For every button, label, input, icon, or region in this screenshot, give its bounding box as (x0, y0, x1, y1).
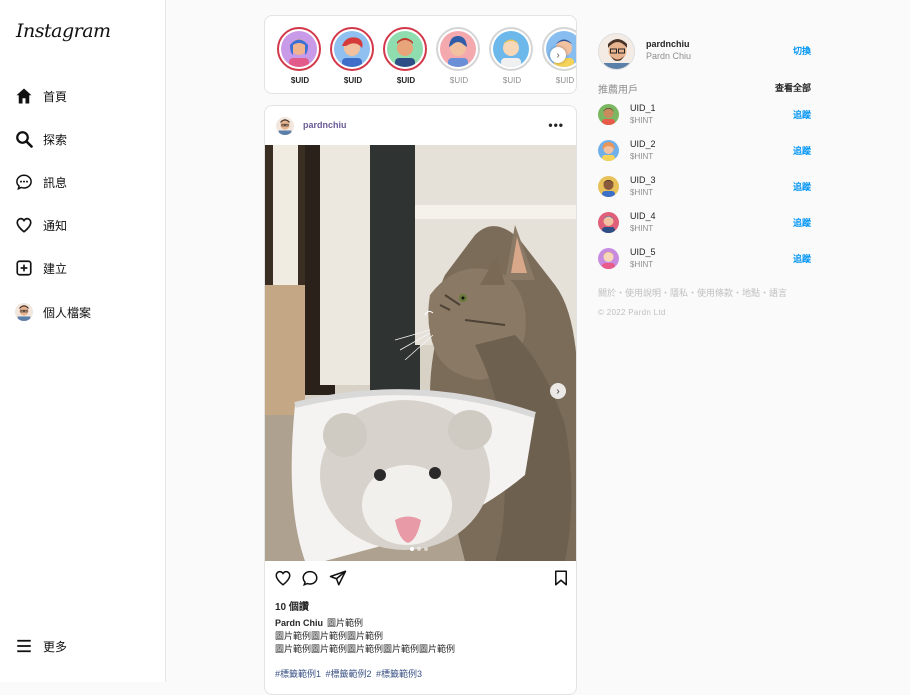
chevron-right-icon: › (556, 385, 560, 397)
nav-label: 探索 (43, 132, 68, 147)
suggestion-avatar[interactable] (598, 140, 619, 161)
current-fullname: Pardn Chiu (646, 51, 692, 61)
story-label: $UID (449, 76, 469, 85)
follow-button[interactable]: 追蹤 (793, 108, 811, 121)
nav-item-messages[interactable]: 訊息 (14, 170, 67, 194)
search-icon (14, 129, 34, 149)
footer-links[interactable]: 關於・使用說明・隱私・使用條款・地點・語言 (598, 286, 787, 299)
follow-button[interactable]: 追蹤 (793, 252, 811, 265)
suggestion-uid[interactable]: UID_3 (630, 175, 656, 185)
nav-item-profile[interactable]: 個人檔案 (14, 300, 91, 324)
suggestion-uid[interactable]: UID_4 (630, 211, 656, 221)
comment-icon[interactable] (301, 569, 321, 589)
heart-icon (14, 215, 34, 235)
message-icon (14, 172, 34, 192)
suggestion-uid[interactable]: UID_1 (630, 103, 656, 113)
story-label: $UID (555, 76, 575, 85)
suggestion-item: UID_2 $HINT 追蹤 (598, 138, 812, 164)
suggestion-item: UID_3 $HINT 追蹤 (598, 174, 812, 200)
suggestion-hint: $HINT (630, 116, 654, 125)
plus-square-icon (14, 258, 34, 278)
nav-item-home[interactable]: 首頁 (14, 84, 67, 108)
suggestion-hint: $HINT (630, 188, 654, 197)
current-username[interactable]: pardnchiu (646, 39, 690, 49)
photo-next-button[interactable]: › (550, 383, 566, 399)
more-options-icon[interactable]: ••• (548, 118, 564, 132)
follow-button[interactable]: 追蹤 (793, 144, 811, 157)
instagram-logo[interactable]: Instagram (16, 20, 111, 42)
suggestion-uid[interactable]: UID_5 (630, 247, 656, 257)
share-icon[interactable] (329, 569, 349, 589)
feed-post: pardnchiu ••• › 10 個讚 Pardn Chiu 圖片範例 圖片… (264, 105, 577, 695)
post-caption: Pardn Chiu 圖片範例 圖片範例圖片範例圖片範例 圖片範例圖片範例圖片範例… (275, 617, 455, 656)
chevron-right-icon: › (556, 49, 560, 61)
post-avatar[interactable] (276, 117, 294, 135)
suggestion-avatar[interactable] (598, 176, 619, 197)
story-label: $UID (396, 76, 416, 85)
post-header: pardnchiu ••• (265, 106, 576, 146)
story-item[interactable]: $UID (383, 27, 429, 85)
nav-label: 更多 (43, 639, 68, 654)
story-item[interactable]: $UID (277, 27, 323, 85)
nav-label: 個人檔案 (43, 305, 92, 320)
story-label: $UID (343, 76, 363, 85)
suggestion-item: UID_4 $HINT 追蹤 (598, 210, 812, 236)
suggestion-hint: $HINT (630, 152, 654, 161)
nav-item-create[interactable]: 建立 (14, 256, 67, 280)
story-item[interactable]: $UID (436, 27, 482, 85)
suggestion-avatar[interactable] (598, 248, 619, 269)
stories-next-button[interactable]: › (550, 47, 566, 63)
switch-account-link[interactable]: 切換 (793, 44, 811, 57)
see-all-link[interactable]: 查看全部 (775, 81, 811, 94)
nav-label: 訊息 (43, 175, 68, 190)
suggestion-avatar[interactable] (598, 212, 619, 233)
nav-label: 建立 (43, 261, 68, 276)
nav-label: 通知 (43, 218, 68, 233)
story-avatar (440, 31, 476, 67)
suggestion-item: UID_5 $HINT 追蹤 (598, 246, 812, 272)
caption-text: 圖片範例 (327, 618, 364, 628)
profile-avatar (14, 302, 34, 322)
current-user-avatar[interactable] (598, 33, 635, 70)
post-username[interactable]: pardnchiu (303, 120, 347, 130)
suggestion-uid[interactable]: UID_2 (630, 139, 656, 149)
copyright: © 2022 Pardn Ltd (598, 308, 666, 317)
suggestion-hint: $HINT (630, 224, 654, 233)
follow-button[interactable]: 追蹤 (793, 216, 811, 229)
story-label: $UID (502, 76, 522, 85)
suggestion-item: UID_1 $HINT 追蹤 (598, 102, 812, 128)
follow-button[interactable]: 追蹤 (793, 180, 811, 193)
suggestion-hint: $HINT (630, 260, 654, 269)
caption-text: 圖片範例圖片範例圖片範例 (275, 631, 384, 641)
caption-text: 圖片範例圖片範例圖片範例圖片範例圖片範例 (275, 644, 456, 654)
nav-item-notifications[interactable]: 通知 (14, 213, 67, 237)
home-icon (14, 86, 34, 106)
nav-item-more[interactable]: 更多 (14, 634, 67, 658)
stories-bar: $UID $UID $UID $UID $UID $UID (264, 15, 577, 94)
post-actions (274, 569, 570, 589)
like-count[interactable]: 10 個讚 (275, 598, 309, 613)
story-avatar (281, 31, 317, 67)
suggestions-title: 推薦用戶 (598, 85, 638, 96)
story-item[interactable]: $UID (330, 27, 376, 85)
bookmark-icon[interactable] (552, 569, 572, 589)
post-tags[interactable]: #標籤範例1 #標籤範例2 #標籤範例3 (275, 667, 422, 680)
nav-label: 首頁 (43, 89, 68, 104)
story-item[interactable]: $UID (489, 27, 535, 85)
heart-icon[interactable] (274, 569, 294, 589)
suggestion-avatar[interactable] (598, 104, 619, 125)
menu-icon (14, 636, 34, 656)
story-avatar (387, 31, 423, 67)
story-avatar (493, 31, 529, 67)
sidebar: Instagram 首頁 探索 訊息 通知 建立 個人檔案 更多 (0, 0, 166, 682)
caption-username[interactable]: Pardn Chiu (275, 618, 323, 628)
cat-photo (265, 145, 576, 561)
post-photo[interactable]: › (265, 145, 576, 561)
nav-item-explore[interactable]: 探索 (14, 127, 67, 151)
carousel-dots (410, 547, 428, 551)
story-label: $UID (290, 76, 310, 85)
story-avatar (334, 31, 370, 67)
